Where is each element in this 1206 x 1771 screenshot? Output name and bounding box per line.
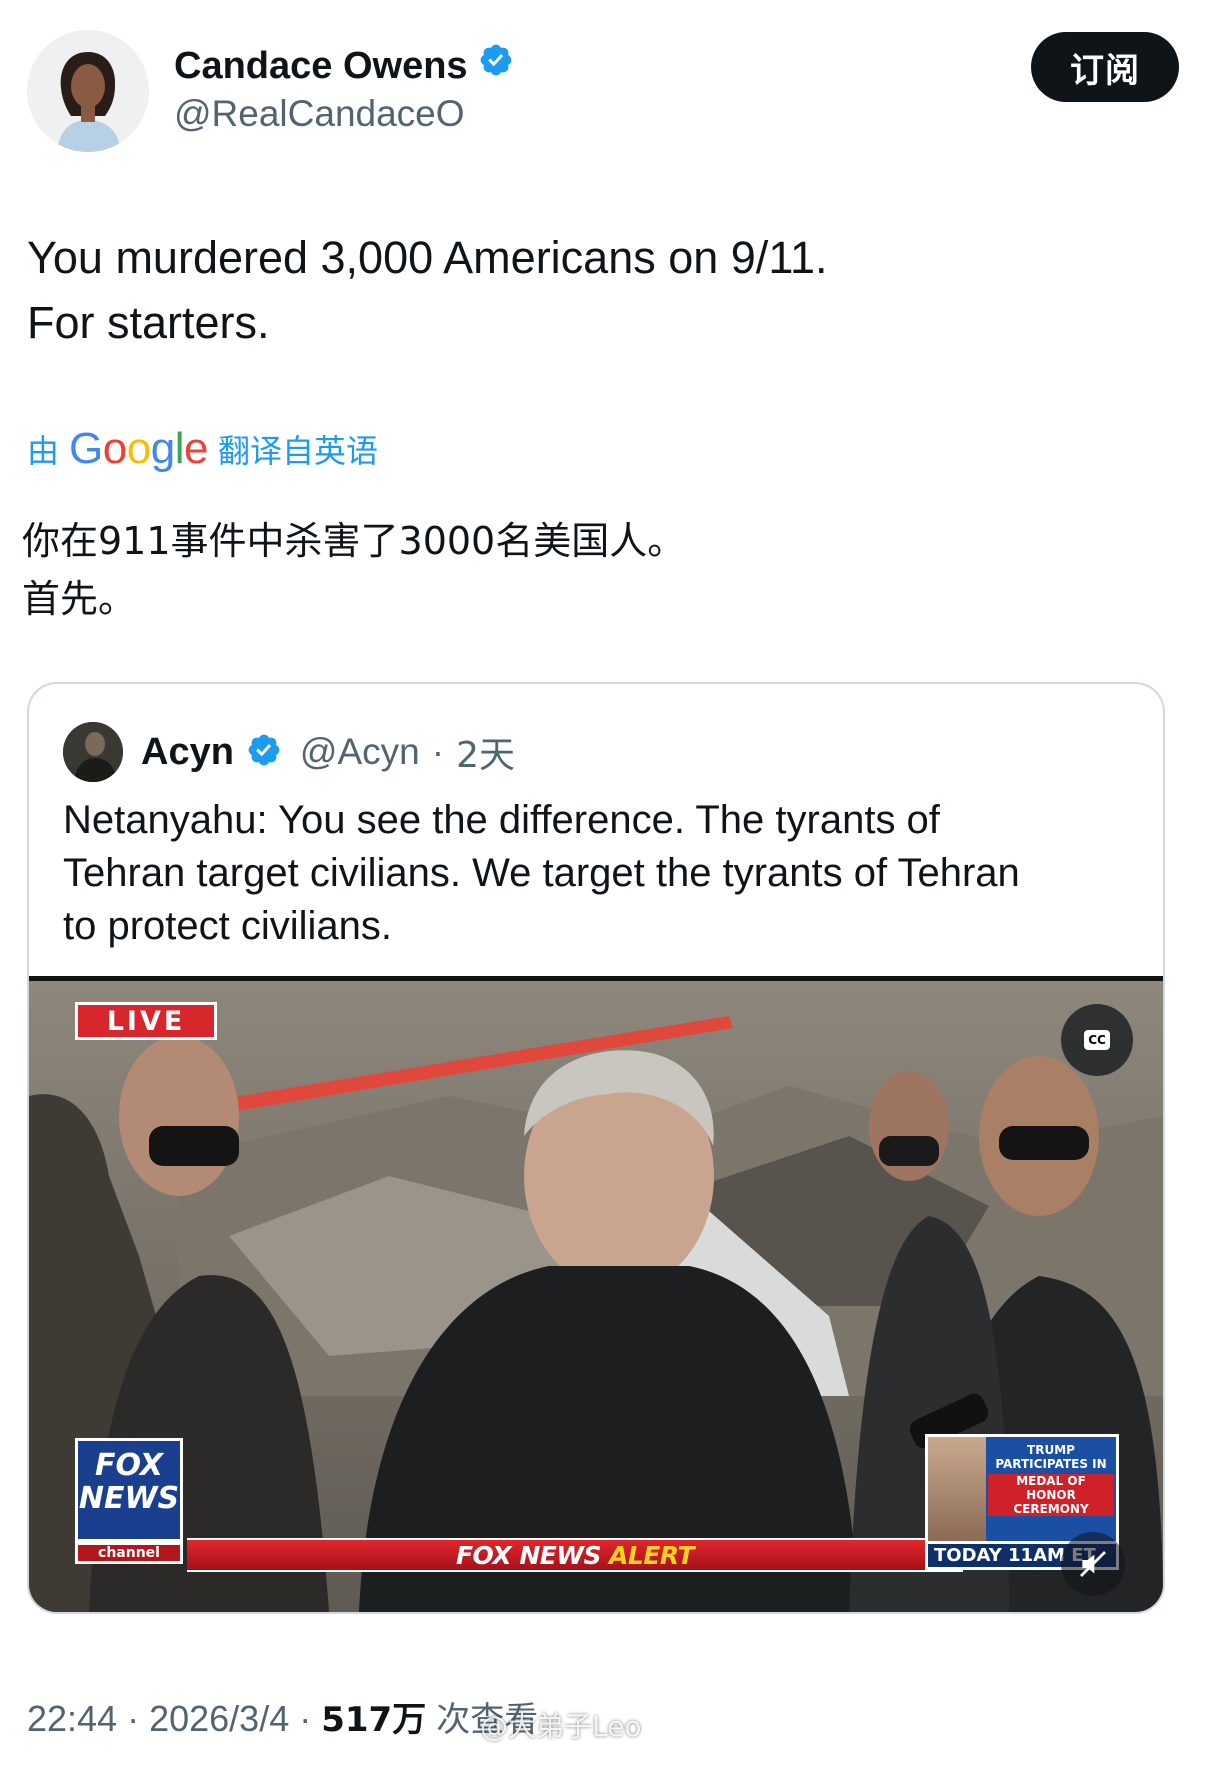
promo-line: CEREMONY [1013, 1502, 1089, 1516]
author-info: Candace Owens @RealCandaceO [174, 42, 514, 137]
tweet-meta: 22:44 · 2026/3/4 · 517万 次查看 [27, 1692, 538, 1741]
translated-line: 你在911事件中杀害了3000名美国人。 [22, 519, 686, 563]
translation-prefix: 由 [27, 432, 60, 470]
verified-badge-icon [246, 732, 282, 773]
translation-suffix: 翻译自英语 [217, 432, 378, 470]
quoted-line: to protect civilians. [63, 904, 393, 948]
tweet-text: You murdered 3,000 Americans on 9/11. Fo… [27, 225, 1147, 355]
quoted-author-name[interactable]: Acyn [141, 731, 234, 774]
fox-news-logo: FOX NEWS [75, 1438, 183, 1542]
fox-logo-line: NEWS [78, 1481, 180, 1516]
captions-button[interactable]: CC [1061, 1004, 1133, 1076]
quoted-tweet-time[interactable]: 2天 [456, 726, 515, 778]
promo-photo [928, 1437, 986, 1541]
promo-text: TRUMP PARTICIPATES IN MEDAL OF HONOR CER… [988, 1443, 1114, 1516]
tweet-date[interactable]: 2026/3/4 [149, 1698, 289, 1740]
quoted-tweet-card[interactable]: Acyn @Acyn · 2天 Netanyahu: You see the d… [27, 682, 1165, 1614]
live-badge: LIVE [75, 1002, 217, 1040]
tweet-line: You murdered 3,000 Americans on 9/11. [27, 232, 828, 283]
video-top-border [29, 976, 1163, 981]
news-alert-bar: FOX NEWS ALERT [187, 1538, 963, 1572]
tweet-header: Candace Owens @RealCandaceO 订阅 [27, 30, 1179, 154]
promo-line: MEDAL OF HONOR [1016, 1474, 1086, 1502]
author-name-row: Candace Owens [174, 42, 514, 89]
video-player[interactable]: LIVE CC FOX NEWS channel FOX NEWS ALERT … [29, 976, 1163, 1612]
fox-channel-label: channel [75, 1542, 183, 1564]
translated-line: 首先。 [22, 577, 137, 621]
quoted-tweet-header: Acyn @Acyn · 2天 [63, 722, 515, 782]
promo-box: TRUMP PARTICIPATES IN MEDAL OF HONOR CER… [925, 1434, 1119, 1544]
quoted-author-handle[interactable]: @Acyn [300, 731, 420, 773]
muted-speaker-icon [1080, 1551, 1106, 1577]
verified-badge-icon [478, 42, 514, 89]
author-avatar[interactable] [27, 30, 149, 152]
quoted-line: Netanyahu: You see the difference. The t… [63, 798, 940, 842]
watermark-text: @大弟子Leo [480, 1710, 642, 1743]
view-count: 517万 [321, 1700, 427, 1740]
promo-line: PARTICIPATES IN [995, 1457, 1107, 1471]
quoted-line: Tehran target civilians. We target the t… [63, 851, 1020, 895]
separator-dot: · [299, 1698, 312, 1739]
fox-logo-line: FOX [94, 1448, 164, 1483]
alert-word: ALERT [608, 1540, 695, 1570]
promo-line: TRUMP [1027, 1443, 1075, 1457]
author-handle[interactable]: @RealCandaceO [174, 91, 514, 137]
author-name[interactable]: Candace Owens [174, 43, 468, 89]
promo-highlight: MEDAL OF HONOR CEREMONY [988, 1474, 1114, 1516]
alert-brand: FOX NEWS [455, 1540, 602, 1570]
mute-button[interactable] [1061, 1532, 1125, 1596]
subscribe-button[interactable]: 订阅 [1031, 32, 1179, 102]
separator-dot: · [431, 731, 445, 772]
quoted-tweet-text: Netanyahu: You see the difference. The t… [63, 794, 1133, 953]
separator-dot: · [127, 1698, 140, 1739]
tweet-line: For starters. [27, 297, 270, 348]
tweet-time[interactable]: 22:44 [27, 1698, 117, 1740]
quoted-author-avatar[interactable] [63, 722, 123, 782]
translated-text: 你在911事件中杀害了3000名美国人。 首先。 [22, 512, 685, 628]
google-logo: Google [69, 424, 208, 473]
cc-icon: CC [1084, 1030, 1110, 1050]
translation-attribution[interactable]: 由 Google 翻译自英语 [27, 424, 378, 474]
